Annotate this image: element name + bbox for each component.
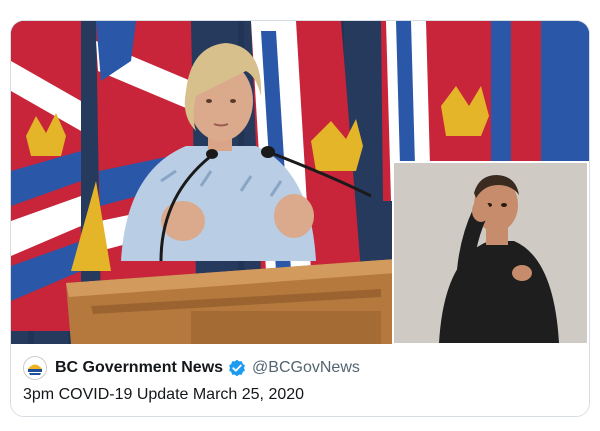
verified-badge-icon (228, 359, 246, 377)
tweet-caption: 3pm COVID-19 Update March 25, 2020 (23, 386, 305, 403)
embedded-tweet-card[interactable]: BC Government News @BCGovNews 3pm COVID-… (10, 20, 590, 417)
source-row[interactable]: BC Government News @BCGovNews (23, 356, 360, 380)
source-name[interactable]: BC Government News (55, 359, 223, 377)
tweet-footer: BC Government News @BCGovNews 3pm COVID-… (11, 344, 589, 416)
sign-language-interpreter-inset (392, 161, 589, 344)
account-handle[interactable]: @BCGovNews (252, 359, 360, 377)
video-thumbnail[interactable] (11, 21, 589, 344)
bc-government-logo-icon[interactable] (23, 356, 47, 380)
